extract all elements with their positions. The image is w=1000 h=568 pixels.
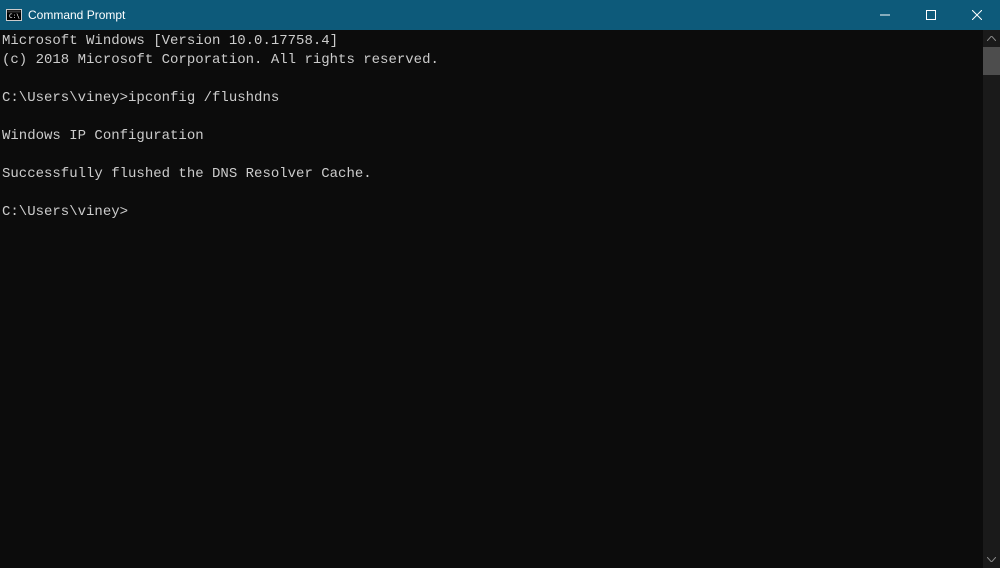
scrollbar[interactable] bbox=[983, 30, 1000, 568]
terminal-output[interactable]: Microsoft Windows [Version 10.0.17758.4]… bbox=[0, 30, 983, 568]
minimize-button[interactable] bbox=[862, 0, 908, 30]
scrollbar-track[interactable] bbox=[983, 47, 1000, 551]
maximize-button[interactable] bbox=[908, 0, 954, 30]
titlebar[interactable]: C:\ Command Prompt bbox=[0, 0, 1000, 30]
cmd-icon: C:\ bbox=[6, 7, 22, 23]
scroll-down-button[interactable] bbox=[983, 551, 1000, 568]
scroll-up-button[interactable] bbox=[983, 30, 1000, 47]
close-button[interactable] bbox=[954, 0, 1000, 30]
scrollbar-thumb[interactable] bbox=[983, 47, 1000, 75]
window-controls bbox=[862, 0, 1000, 30]
window-title: Command Prompt bbox=[28, 8, 862, 22]
svg-text:C:\: C:\ bbox=[9, 13, 20, 20]
